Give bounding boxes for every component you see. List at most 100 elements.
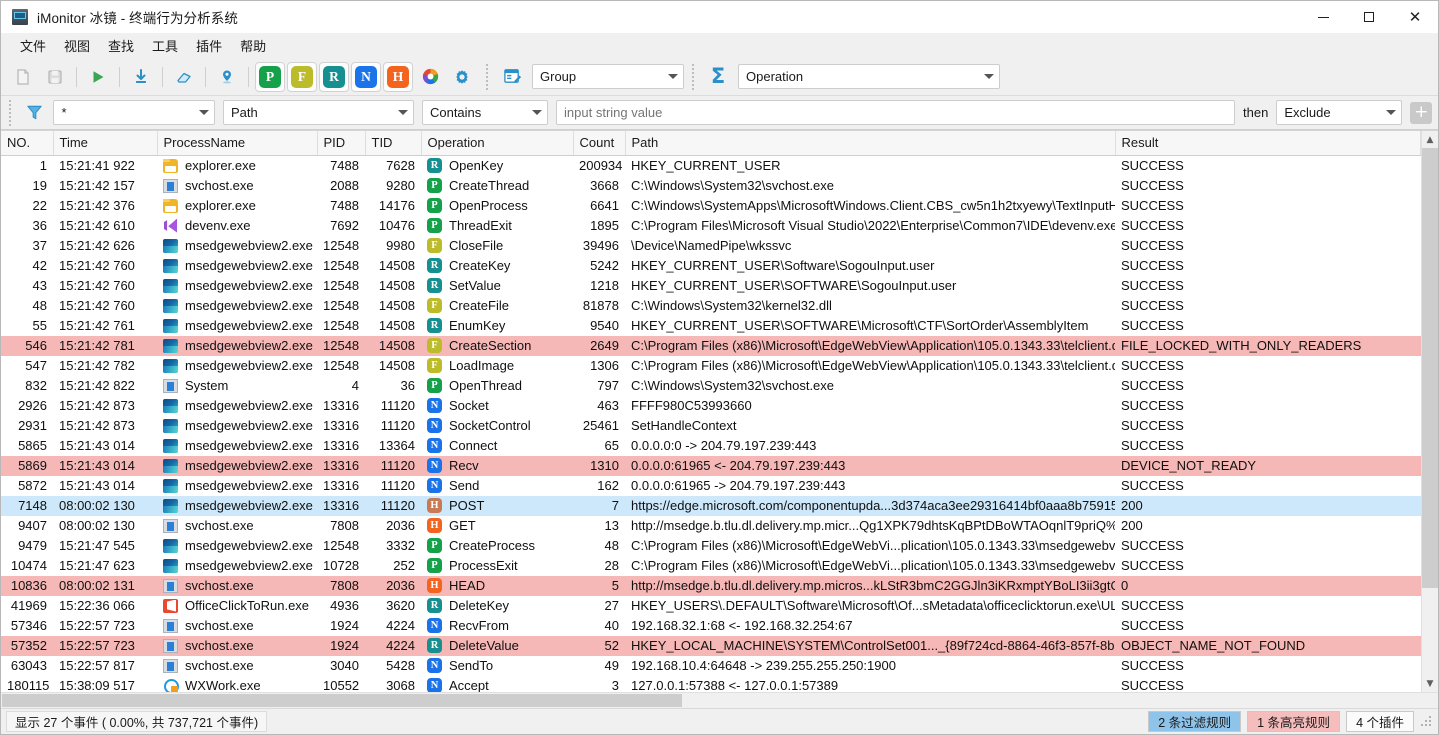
- column-header-processname[interactable]: ProcessName: [157, 131, 318, 156]
- new-file-button[interactable]: [8, 62, 38, 92]
- filter-process-button[interactable]: P: [255, 61, 285, 92]
- column-header-no[interactable]: NO.: [1, 131, 54, 156]
- filter-registry-button[interactable]: R: [319, 61, 349, 92]
- column-header-path[interactable]: Path: [625, 131, 1116, 156]
- table-row[interactable]: 48 15:21:42 760 msedgewebview2.exe 12548 145…: [1, 296, 1421, 316]
- menu-item-plugins[interactable]: 插件: [187, 33, 231, 58]
- menu-item-help[interactable]: 帮助: [231, 33, 275, 58]
- filter-scope-value: *: [61, 105, 67, 120]
- table-row[interactable]: 5869 15:21:43 014 msedgewebview2.exe 13316 1…: [1, 455, 1421, 476]
- table-row[interactable]: 5865 15:21:43 014 msedgewebview2.exe 13316 1…: [1, 436, 1421, 456]
- table-row[interactable]: 63043 15:22:57 817 svchost.exe 3040 5428 N Sen…: [1, 656, 1421, 676]
- clear-button[interactable]: [169, 62, 199, 92]
- summary-button[interactable]: Σ: [703, 62, 733, 92]
- play-icon: [93, 70, 104, 83]
- table-row[interactable]: 57352 15:22:57 723 svchost.exe 1924 4224 R Del…: [1, 635, 1421, 656]
- filter-http-button[interactable]: H: [383, 61, 413, 92]
- filter-button[interactable]: [20, 98, 50, 128]
- table-row[interactable]: 2926 15:21:42 873 msedgewebview2.exe 13316 1…: [1, 396, 1421, 416]
- status-highlight-rules[interactable]: 1 条高亮规则: [1247, 711, 1341, 732]
- status-plugins[interactable]: 4 个插件: [1346, 711, 1414, 732]
- table-row[interactable]: 43 15:21:42 760 msedgewebview2.exe 12548 145…: [1, 276, 1421, 296]
- run-button[interactable]: [83, 62, 113, 92]
- filter-condition-dropdown[interactable]: Contains: [421, 100, 549, 125]
- filter-file-button[interactable]: F: [287, 61, 317, 92]
- horizontal-scrollbar[interactable]: [1, 692, 1438, 708]
- import-button[interactable]: [126, 62, 156, 92]
- table-row[interactable]: 57346 15:22:57 723 svchost.exe 1924 4224 N Rec…: [1, 616, 1421, 636]
- minimize-button[interactable]: [1300, 1, 1346, 33]
- resize-grip[interactable]: [1420, 715, 1434, 729]
- table-row[interactable]: 832 15:21:42 822 System 4 36 P OpenThread 797 C:…: [1, 376, 1421, 396]
- color-wheel-button[interactable]: [415, 62, 445, 92]
- cell-count: 6641: [590, 198, 619, 213]
- table-row[interactable]: 22 15:21:42 376 explorer.exe 7488 14176 P Open…: [1, 196, 1421, 216]
- column-header-tid[interactable]: TID: [365, 131, 422, 156]
- group-dropdown[interactable]: Group: [532, 64, 684, 89]
- cell-count: 200934: [579, 158, 623, 174]
- vscroll-thumb[interactable]: [1422, 148, 1438, 588]
- process-name: msedgewebview2.exe: [185, 498, 313, 513]
- menu-item-tools[interactable]: 工具: [143, 33, 187, 58]
- table-row[interactable]: 10836 08:00:02 131 svchost.exe 7808 2036 H HEA…: [1, 575, 1421, 596]
- status-filter-rules[interactable]: 2 条过滤规则: [1148, 711, 1242, 732]
- cell-processname: msedgewebview2.exe: [157, 536, 317, 556]
- table-row[interactable]: 546 15:21:42 781 msedgewebview2.exe 12548 14…: [1, 335, 1421, 356]
- add-filter-button[interactable]: +: [1410, 101, 1433, 124]
- filter-action-dropdown[interactable]: Exclude: [1276, 100, 1403, 125]
- close-button[interactable]: ✕: [1392, 1, 1438, 33]
- column-header-time[interactable]: Time: [53, 131, 158, 156]
- table-row[interactable]: 547 15:21:42 782 msedgewebview2.exe 12548 14…: [1, 356, 1421, 376]
- table-row[interactable]: 9407 08:00:02 130 svchost.exe 7808 2036 H GET 1…: [1, 516, 1421, 536]
- table-row[interactable]: 41969 15:22:36 066 OfficeClickToRun.exe 493…: [1, 596, 1421, 616]
- filter-value-input[interactable]: [556, 100, 1235, 125]
- table-row[interactable]: 36 15:21:42 610 devenv.exe 7692 10476 P Thread…: [1, 216, 1421, 236]
- column-header-result[interactable]: Result: [1115, 131, 1421, 156]
- vscroll-track[interactable]: [1422, 148, 1438, 675]
- cell-time: 15:22:36 066: [59, 598, 135, 613]
- cell-operation: R SetValue: [421, 276, 573, 296]
- process-icon: [163, 358, 178, 373]
- cell-pid: 7488: [330, 158, 359, 174]
- table-row[interactable]: 19 15:21:42 157 svchost.exe 2088 9280 P Create…: [1, 176, 1421, 196]
- close-icon: ✕: [1408, 7, 1422, 26]
- scroll-down-button[interactable]: ▼: [1422, 675, 1438, 692]
- table-row[interactable]: 55 15:21:42 761 msedgewebview2.exe 12548 145…: [1, 316, 1421, 336]
- menu-item-file[interactable]: 文件: [11, 33, 55, 58]
- filter-scope-dropdown[interactable]: *: [53, 100, 215, 125]
- table-row[interactable]: 1 15:21:41 922 explorer.exe 7488 7628 R OpenKe…: [1, 156, 1421, 176]
- menu-item-find[interactable]: 查找: [99, 33, 143, 58]
- save-button[interactable]: [40, 62, 70, 92]
- column-header-count[interactable]: Count: [573, 131, 626, 156]
- column-header-operation[interactable]: Operation: [421, 131, 574, 156]
- cell-tid: 11120: [365, 455, 421, 476]
- vertical-scrollbar[interactable]: ▲ ▼: [1421, 131, 1438, 692]
- filter-field-dropdown[interactable]: Path: [222, 100, 414, 125]
- hscroll-thumb[interactable]: [2, 694, 682, 707]
- table-row[interactable]: 37 15:21:42 626 msedgewebview2.exe 12548 998…: [1, 236, 1421, 256]
- settings-button[interactable]: [447, 62, 477, 92]
- locate-button[interactable]: [212, 62, 242, 92]
- cell-time: 15:21:47 545: [59, 538, 135, 553]
- cell-path: HKEY_CURRENT_USER: [631, 158, 781, 174]
- filter-network-button[interactable]: N: [351, 61, 381, 92]
- table-row[interactable]: 7148 08:00:02 130 msedgewebview2.exe 13316 1…: [1, 495, 1421, 516]
- group-config-button[interactable]: [497, 62, 527, 92]
- operation-dropdown[interactable]: Operation: [738, 64, 1000, 89]
- window-title: iMonitor 冰镜 - 终端行为分析系统: [37, 11, 238, 26]
- table-row[interactable]: 5872 15:21:43 014 msedgewebview2.exe 13316 1…: [1, 476, 1421, 496]
- cell-processname: devenv.exe: [157, 216, 317, 236]
- cell-pid: 1924: [330, 618, 359, 633]
- cell-count: 1895: [590, 218, 619, 233]
- column-header-pid[interactable]: PID: [317, 131, 366, 156]
- operation-badge-icon: F: [427, 298, 442, 313]
- operation-name: OpenProcess: [449, 198, 528, 213]
- table-row[interactable]: 42 15:21:42 760 msedgewebview2.exe 12548 145…: [1, 256, 1421, 276]
- table-row[interactable]: 2931 15:21:42 873 msedgewebview2.exe 13316 1…: [1, 416, 1421, 436]
- table-row[interactable]: 10474 15:21:47 623 msedgewebview2.exe 10728…: [1, 556, 1421, 576]
- maximize-button[interactable]: [1346, 1, 1392, 33]
- menu-item-view[interactable]: 视图: [55, 33, 99, 58]
- table-row[interactable]: 9479 15:21:47 545 msedgewebview2.exe 12548 3…: [1, 536, 1421, 556]
- cell-processname: explorer.exe: [157, 156, 317, 176]
- scroll-up-button[interactable]: ▲: [1422, 131, 1438, 148]
